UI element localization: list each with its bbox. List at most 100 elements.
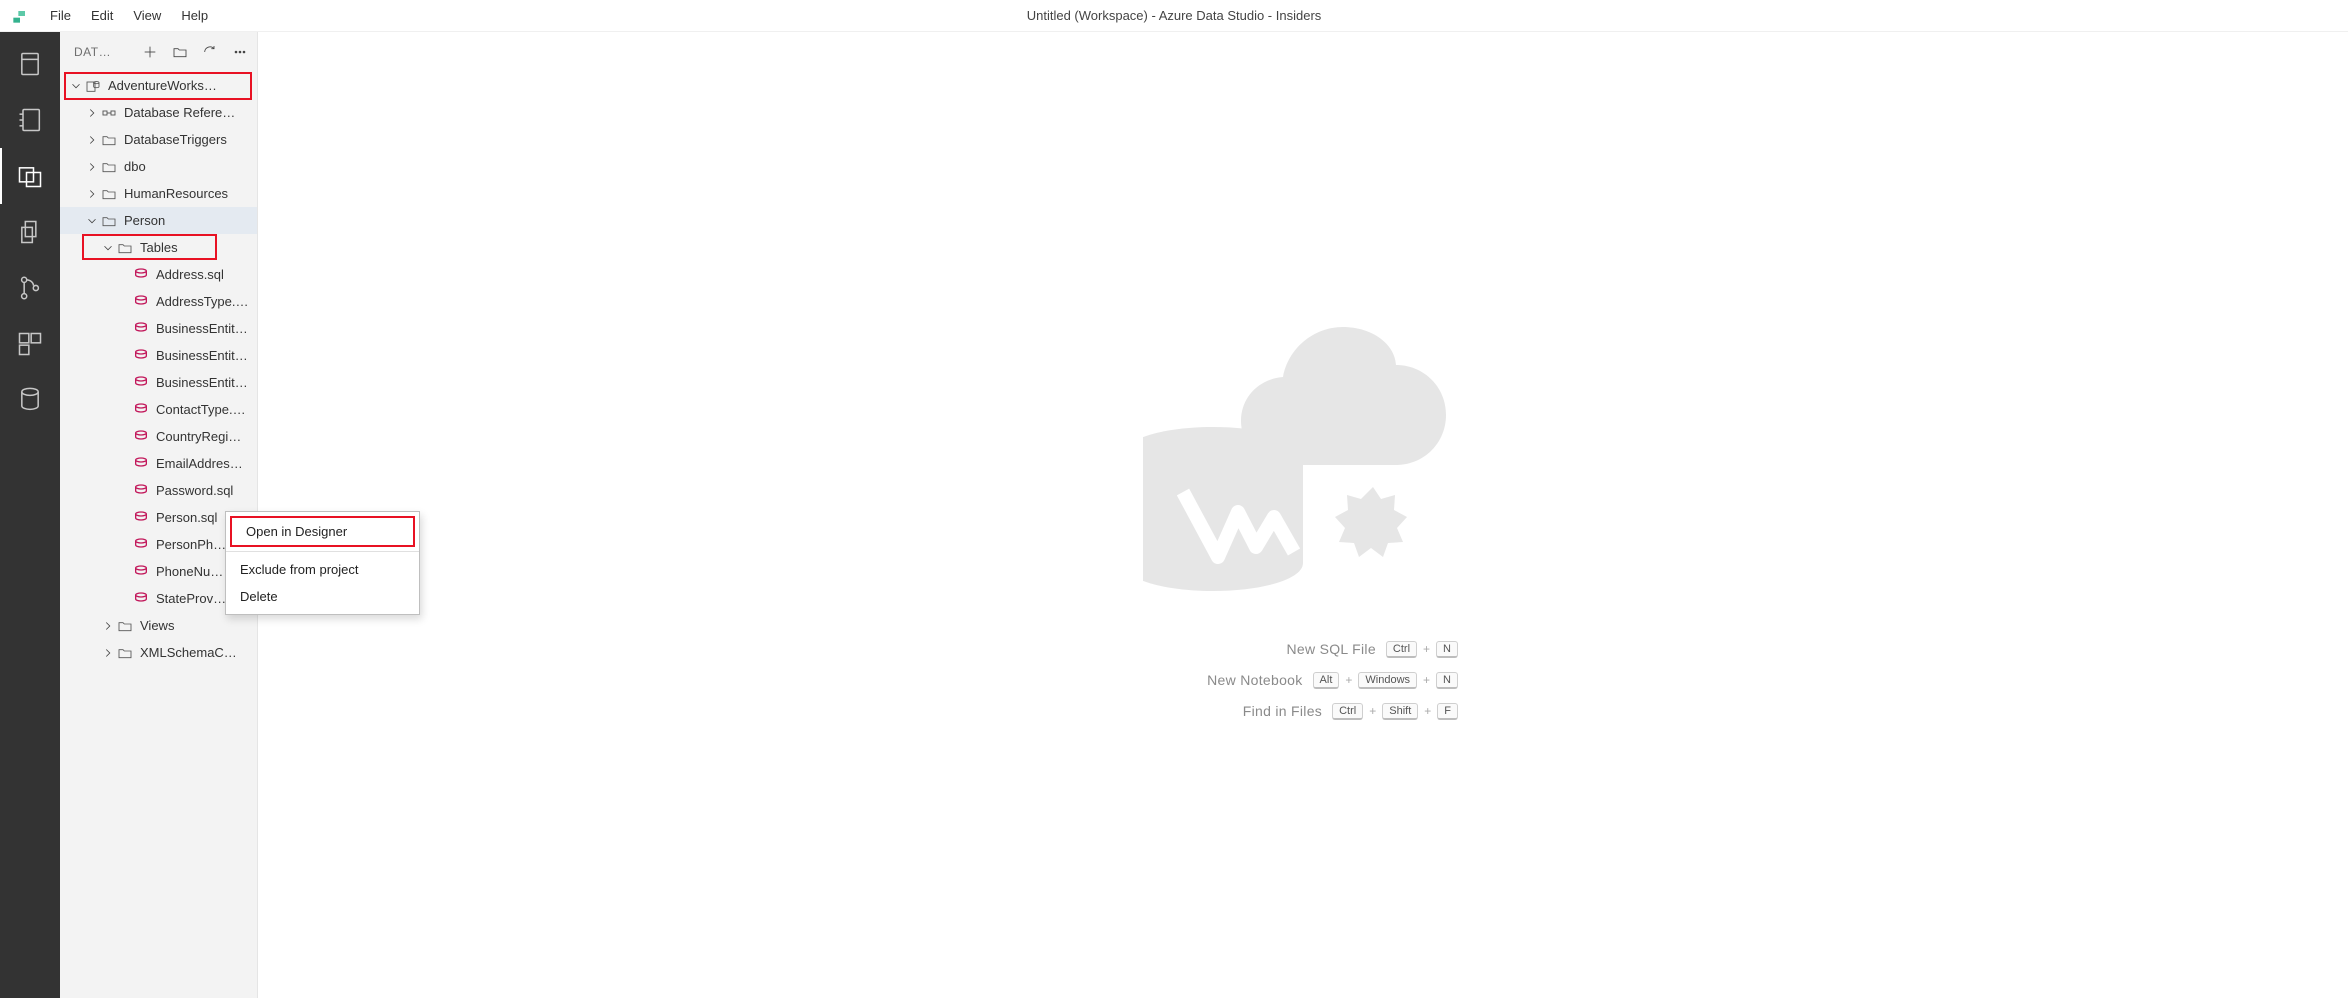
sidebar-title: DAT… [66,45,131,59]
table-icon [132,536,150,554]
tree-label: Address.sql [156,267,257,282]
menu-view[interactable]: View [123,4,171,27]
tree-xmlschema[interactable]: XMLSchemaC… [60,639,257,666]
context-open-in-designer[interactable]: Open in Designer [230,516,415,547]
tree-humanresources[interactable]: HumanResources [60,180,257,207]
tree-db-triggers[interactable]: DatabaseTriggers [60,126,257,153]
tree-file-emailaddress[interactable]: EmailAddres… [60,450,257,477]
plus-icon: + [1345,673,1352,687]
keybinding: Alt + Windows + N [1313,672,1458,689]
context-delete[interactable]: Delete [226,583,419,610]
key-n: N [1436,672,1458,689]
folder-icon [100,212,118,230]
tree-views[interactable]: Views [60,612,257,639]
table-icon [132,455,150,473]
sidebar-header: DAT… [60,32,257,72]
activity-files-icon[interactable] [0,204,60,260]
chevron-down-icon [68,78,84,94]
context-exclude-from-project[interactable]: Exclude from project [226,556,419,583]
key-ctrl: Ctrl [1386,641,1417,658]
menu-help[interactable]: Help [171,4,218,27]
chevron-right-icon [100,645,116,661]
activity-database-icon[interactable] [0,372,60,428]
tree-label: Views [140,618,257,633]
key-shift: Shift [1382,703,1418,720]
tree-label: EmailAddres… [156,456,257,471]
welcome-label: New SQL File [1148,641,1376,657]
welcome-find-in-files: Find in Files Ctrl + Shift + F [1148,703,1458,720]
tree-person[interactable]: Person [60,207,257,234]
context-menu: Open in Designer Exclude from project De… [225,511,420,615]
window-title: Untitled (Workspace) - Azure Data Studio… [1027,8,1322,23]
welcome-commands: New SQL File Ctrl + N New Notebook Alt +… [1148,627,1458,734]
activity-bar [0,32,60,998]
menu-file[interactable]: File [40,4,81,27]
activity-extensions-icon[interactable] [0,316,60,372]
keybinding: Ctrl + N [1386,641,1458,658]
tree-file-be1[interactable]: BusinessEntit… [60,315,257,342]
tree-tables[interactable]: Tables [60,234,257,261]
table-icon [132,590,150,608]
menu-edit[interactable]: Edit [81,4,123,27]
chevron-right-icon [84,105,100,121]
welcome-new-sql: New SQL File Ctrl + N [1148,641,1458,658]
plus-icon: + [1424,704,1431,718]
reference-icon [100,104,118,122]
tree-label: BusinessEntit… [156,348,257,363]
chevron-right-icon [84,186,100,202]
folder-icon [100,131,118,149]
tree-file-be3[interactable]: BusinessEntit… [60,369,257,396]
tree-file-be2[interactable]: BusinessEntit… [60,342,257,369]
open-folder-icon[interactable] [169,41,191,63]
project-icon [84,77,102,95]
folder-icon [100,185,118,203]
tree-label: HumanResources [124,186,257,201]
table-icon [132,320,150,338]
welcome-logo-icon [1143,297,1463,597]
table-icon [132,347,150,365]
tree-label: XMLSchemaC… [140,645,257,660]
tree-file-addresstype[interactable]: AddressType.… [60,288,257,315]
tree-file-contacttype[interactable]: ContactType.… [60,396,257,423]
folder-icon [116,644,134,662]
tree-label: Tables [140,240,257,255]
welcome-label: Find in Files [1148,703,1322,719]
tree-label: Password.sql [156,483,257,498]
chevron-down-icon [84,213,100,229]
activity-connections-icon[interactable] [0,36,60,92]
tree-label: BusinessEntit… [156,321,257,336]
editor-area: New SQL File Ctrl + N New Notebook Alt +… [258,32,2348,998]
tree-dbo[interactable]: dbo [60,153,257,180]
activity-explorer-icon[interactable] [0,148,60,204]
folder-icon [100,158,118,176]
tree-label: CountryRegi… [156,429,257,444]
tree-label: dbo [124,159,257,174]
welcome-label: New Notebook [1148,672,1303,688]
tree-label: DatabaseTriggers [124,132,257,147]
table-icon [132,374,150,392]
tree-label: Person [124,213,257,228]
key-ctrl: Ctrl [1332,703,1363,720]
more-icon[interactable] [229,41,251,63]
tree-label: Database Refere… [124,105,257,120]
folder-icon [116,239,134,257]
tree-db-references[interactable]: Database Refere… [60,99,257,126]
plus-icon: + [1369,704,1376,718]
chevron-right-icon [84,159,100,175]
tree-project-root[interactable]: AdventureWorks… [60,72,257,99]
tree-file-address[interactable]: Address.sql [60,261,257,288]
folder-icon [116,617,134,635]
tree-label: BusinessEntit… [156,375,257,390]
refresh-icon[interactable] [199,41,221,63]
tree-file-password[interactable]: Password.sql [60,477,257,504]
tree-file-countryregion[interactable]: CountryRegi… [60,423,257,450]
activity-source-control-icon[interactable] [0,260,60,316]
key-windows: Windows [1358,672,1417,689]
table-icon [132,509,150,527]
welcome-new-notebook: New Notebook Alt + Windows + N [1148,672,1458,689]
table-icon [132,482,150,500]
key-f: F [1437,703,1458,720]
new-item-icon[interactable] [139,41,161,63]
plus-icon: + [1423,642,1430,656]
activity-notebook-icon[interactable] [0,92,60,148]
